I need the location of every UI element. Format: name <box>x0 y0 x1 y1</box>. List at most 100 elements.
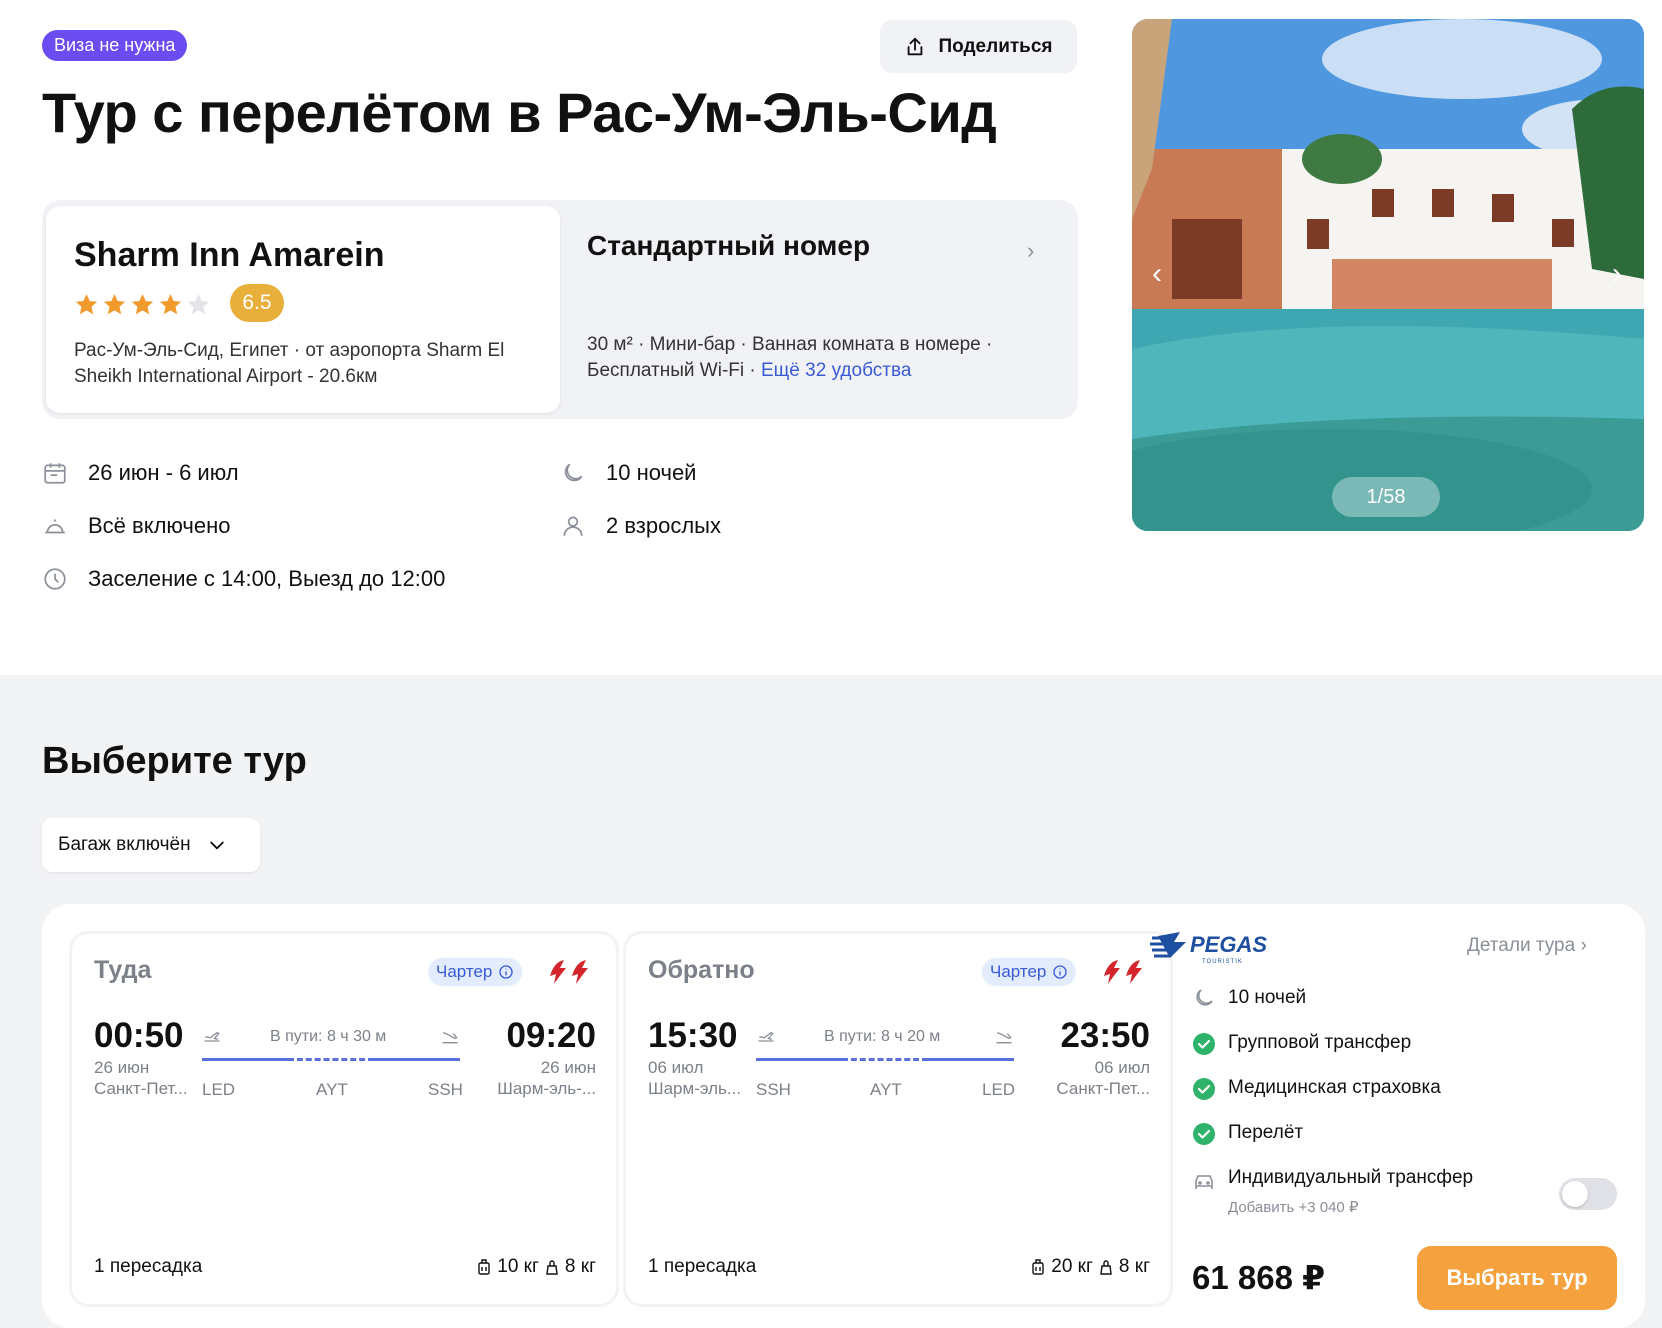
star-icon <box>159 294 182 315</box>
addon-toggle[interactable] <box>1559 1178 1617 1210</box>
section-title: Выберите тур <box>42 740 307 782</box>
fact-guests: 2 взрослых <box>560 513 721 539</box>
star-icon <box>103 294 126 315</box>
charter-badge: Чартер <box>982 958 1077 986</box>
operator-logo-text: PEGAS <box>1190 932 1267 957</box>
dates-text: 26 июн - 6 июл <box>88 460 239 485</box>
transfers-count: 1 пересадка <box>94 1256 203 1277</box>
baggage-info: 10 кг 8 кг <box>477 1256 596 1278</box>
chevron-down-icon <box>209 841 224 850</box>
route-leg-2 <box>374 1058 460 1061</box>
hotel-photo <box>1132 19 1644 531</box>
route-layover <box>288 1058 374 1061</box>
charter-label: Чартер <box>990 962 1047 981</box>
clock-icon <box>44 568 66 590</box>
suitcase-icon <box>1032 1259 1044 1275</box>
departure-time: 15:30 <box>648 1016 738 1055</box>
select-tour-button[interactable]: Выбрать тур <box>1417 1246 1617 1310</box>
airport-code: SSH <box>756 1080 791 1099</box>
fact-meal: Всё включено <box>42 513 231 539</box>
arrival-date: 06 июл <box>1094 1058 1150 1077</box>
photo-counter: 1/58 <box>1332 477 1440 517</box>
tour-price: 61 868 ₽ <box>1192 1259 1326 1296</box>
arrival-city: Шарм-эль-... <box>497 1079 596 1098</box>
chevron-right-icon: › <box>1580 935 1587 956</box>
departure-time: 00:50 <box>94 1016 184 1055</box>
hotel-stars <box>74 292 211 317</box>
person-icon <box>563 516 583 536</box>
flight-segment-outbound[interactable]: Туда Чартер 00:50 26 июн Санкт-Пет... В … <box>72 934 616 1304</box>
star-icon <box>75 294 98 315</box>
visa-badge: Виза не нужна <box>42 30 188 61</box>
share-icon <box>908 37 923 55</box>
departure-date: 26 июн <box>94 1058 150 1077</box>
filter-label: Багаж включён <box>58 834 191 855</box>
checkin-text: Заселение с 14:00, Выезд до 12:00 <box>88 566 446 591</box>
hand-luggage-weight: 8 кг <box>564 1256 596 1277</box>
star-empty-icon <box>187 294 210 315</box>
fact-nights: 10 ночей <box>560 460 696 486</box>
hand-luggage-icon <box>546 1260 558 1275</box>
takeoff-icon <box>758 1031 774 1042</box>
share-button[interactable]: Поделиться <box>880 20 1077 73</box>
route-leg-2 <box>928 1058 1014 1061</box>
calendar-icon <box>44 463 66 484</box>
hotel-name: Sharm Inn Amarein <box>74 236 385 274</box>
airport-code: LED <box>982 1080 1016 1099</box>
toggle-knob <box>1562 1181 1588 1207</box>
photo-next-button[interactable]: › <box>1602 259 1632 289</box>
landing-icon <box>442 1032 458 1044</box>
baggage-filter-dropdown[interactable]: Багаж включён <box>42 818 260 872</box>
departure-date: 06 июл <box>648 1058 704 1077</box>
tour-details-link[interactable]: Детали тура › <box>1467 935 1587 957</box>
baggage-weight: 10 кг <box>497 1256 539 1277</box>
addon-label: Индивидуальный трансфер <box>1228 1167 1474 1188</box>
guests-text: 2 взрослых <box>606 513 721 538</box>
hand-luggage-weight: 8 кг <box>1118 1256 1150 1277</box>
airport-code: AYT <box>870 1080 902 1099</box>
info-icon[interactable] <box>498 964 514 980</box>
flight-segment-return[interactable]: Обратно Чартер 15:30 06 июл Шарм-эль... … <box>626 934 1170 1304</box>
hotel-card[interactable]: Sharm Inn Amarein 6.5 Рас-Ум-Эль-Сид, Ег… <box>46 206 560 413</box>
included-item: Перелёт <box>1228 1122 1304 1143</box>
baggage-info: 20 кг 8 кг <box>1031 1256 1150 1278</box>
info-icon[interactable] <box>1052 964 1068 980</box>
room-title[interactable]: Стандартный номер <box>587 230 870 262</box>
airline-logo-icon <box>550 960 588 984</box>
rating-badge: 6.5 <box>230 284 284 322</box>
included-item: Медицинская страховка <box>1228 1077 1441 1098</box>
addon-price: Добавить +3 040 ₽ <box>1228 1199 1359 1216</box>
segment-direction: Туда <box>94 956 152 984</box>
arrival-date: 26 июн <box>540 1058 596 1077</box>
photo-prev-button[interactable]: ‹ <box>1142 259 1172 289</box>
hotel-photo-gallery[interactable]: ‹ › 1/58 <box>1132 19 1644 531</box>
cloche-icon <box>45 519 65 534</box>
fact-checkin: Заселение с 14:00, Выезд до 12:00 <box>42 566 445 592</box>
check-circle-icon <box>1193 1078 1215 1100</box>
hotel-header-section: Виза не нужна Поделиться Тур с перелётом… <box>0 0 1662 675</box>
chevron-right-icon[interactable]: › <box>1027 238 1034 264</box>
airline-logo-icon <box>1104 960 1142 984</box>
nights-text: 10 ночей <box>606 460 697 485</box>
details-link-label: Детали тура <box>1467 935 1576 956</box>
tour-offer-card: Туда Чартер 00:50 26 июн Санкт-Пет... В … <box>42 904 1645 1328</box>
segment-direction: Обратно <box>648 956 755 984</box>
page-title: Тур с перелётом в Рас-Ум-Эль-Сид <box>42 81 997 144</box>
departure-city: Шарм-эль... <box>648 1079 742 1098</box>
pegas-logo: PEGAS TOURISTIK <box>1150 932 1267 965</box>
flight-duration: В пути: 8 ч 20 м <box>824 1028 941 1045</box>
charter-label: Чартер <box>436 962 493 981</box>
transfers-count: 1 пересадка <box>648 1256 757 1277</box>
hotel-info-box: Sharm Inn Amarein 6.5 Рас-Ум-Эль-Сид, Ег… <box>42 200 1078 419</box>
room-features: 30 м² · Мини-бар · Ванная комната в номе… <box>587 332 1057 384</box>
route-leg-1 <box>202 1058 288 1061</box>
arrival-city: Санкт-Пет... <box>1056 1079 1150 1098</box>
tour-nights: 10 ночей <box>1228 987 1307 1008</box>
more-amenities-link[interactable]: Ещё 32 удобства <box>761 360 911 381</box>
moon-icon <box>564 463 583 482</box>
operator-logo-sub: TOURISTIK <box>1202 959 1243 965</box>
arrival-time: 23:50 <box>1060 1016 1150 1055</box>
check-circle-icon <box>1193 1033 1215 1055</box>
departure-city: Санкт-Пет... <box>94 1079 188 1098</box>
check-circle-icon <box>1193 1123 1215 1145</box>
